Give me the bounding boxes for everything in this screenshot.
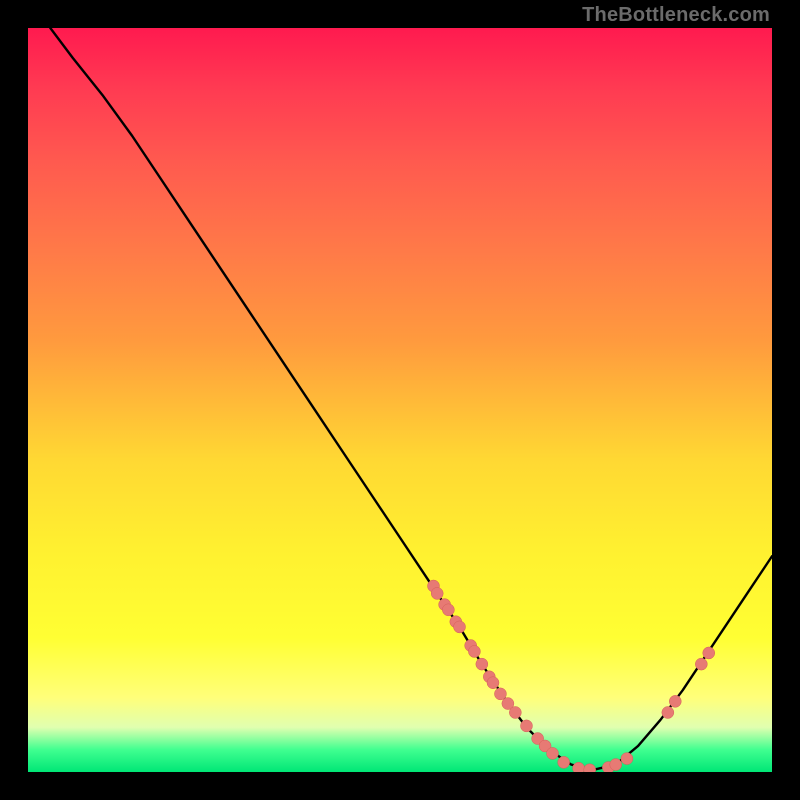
curve-dot [621,753,633,765]
bottleneck-curve [50,28,772,770]
curve-dot [584,764,596,772]
curve-dot [442,604,454,616]
curve-dot [695,658,707,670]
curve-dot [610,759,622,771]
watermark-text: TheBottleneck.com [582,4,770,27]
curve-dot [487,677,499,689]
curve-dot [520,720,532,732]
curve-dot [662,706,674,718]
curve-dot [558,756,570,768]
curve-dot [547,747,559,759]
curve-dot [669,695,681,707]
curve-dot [476,658,488,670]
curve-dot [468,645,480,657]
curve-dot [703,647,715,659]
curve-dot [509,706,521,718]
bottleneck-chart [28,28,772,772]
curve-dot [573,762,585,772]
curve-dot [454,621,466,633]
chart-area [28,28,772,772]
curve-dot [431,587,443,599]
curve-dot [494,688,506,700]
